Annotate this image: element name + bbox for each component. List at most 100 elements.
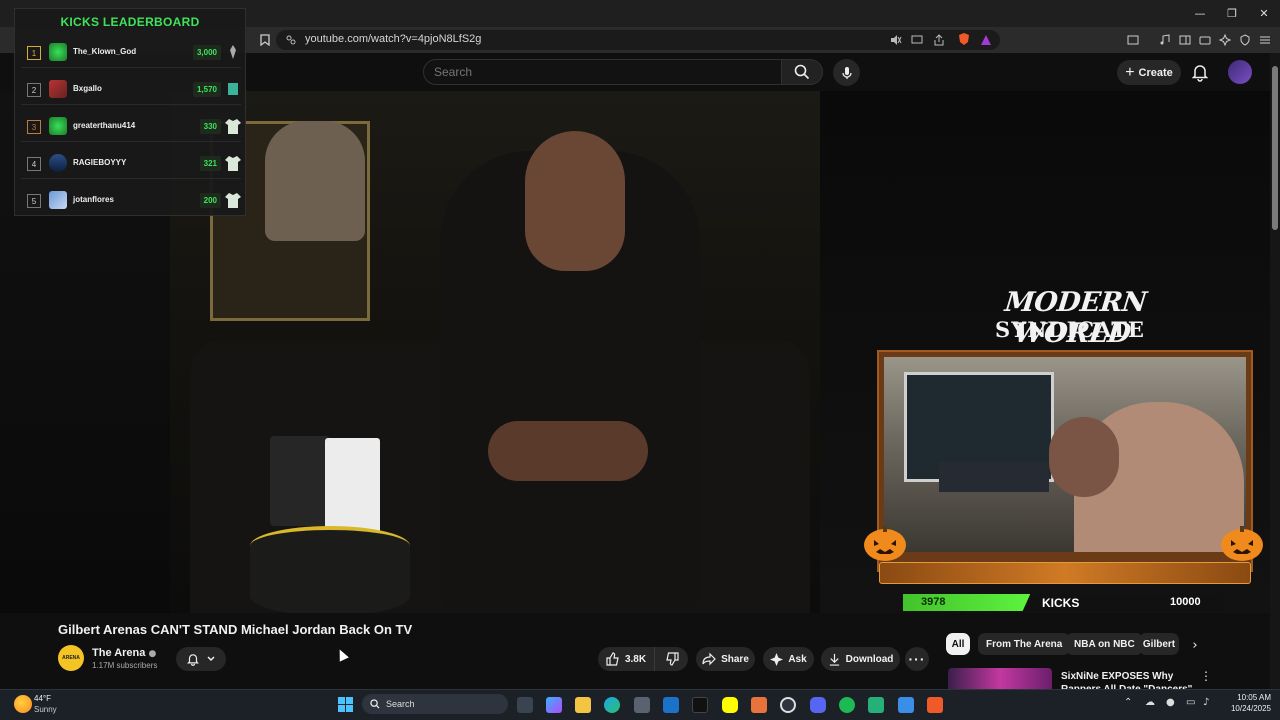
tray-network-icon[interactable]: ▭ [1186, 697, 1195, 708]
url-text[interactable]: youtube.com/watch?v=4pjoN8LfS2g [305, 33, 481, 45]
chip-from-channel[interactable]: From The Arena [978, 633, 1071, 655]
tray-cloud-icon[interactable]: ☁ [1145, 697, 1155, 708]
account-avatar[interactable] [1228, 60, 1252, 84]
user-name: The_Klown_God [73, 47, 137, 56]
cast-icon[interactable] [910, 33, 924, 47]
media-icon[interactable] [1158, 33, 1172, 47]
sidebar-toggle-icon[interactable] [1126, 33, 1140, 47]
host-hands [488, 421, 648, 481]
app-green-icon[interactable] [868, 697, 884, 713]
more-dots-icon: ··· [908, 651, 926, 667]
app-icon[interactable] [751, 697, 767, 713]
bookmark-icon[interactable] [258, 33, 272, 47]
more-actions-button[interactable]: ··· [905, 647, 929, 671]
weather-condition[interactable]: Sunny [34, 705, 57, 714]
chip-nba-on-nbc[interactable]: NBA on NBC [1066, 633, 1143, 655]
create-button[interactable]: + Create [1117, 60, 1181, 85]
search-button[interactable] [781, 59, 823, 85]
like-button[interactable]: 3.8K [598, 647, 654, 671]
tray-overflow-icon[interactable]: ⌃ [1124, 697, 1132, 708]
user-score: 3,000 [192, 45, 221, 60]
recommended-video-thumbnail[interactable] [948, 668, 1052, 690]
brave-shield-icon[interactable] [957, 32, 971, 46]
copilot-icon[interactable] [546, 697, 562, 713]
share-icon [702, 652, 716, 666]
site-info-icon[interactable] [284, 33, 298, 47]
windows-start-icon[interactable] [338, 697, 353, 712]
chip-all[interactable]: All [946, 633, 970, 655]
kick-icon [230, 45, 236, 59]
brave-browser-icon[interactable] [927, 697, 943, 713]
chip-gilbert[interactable]: Gilbert [1139, 633, 1179, 655]
video-frame [170, 91, 820, 613]
brave-rewards-icon[interactable] [979, 33, 993, 47]
leo-ai-icon[interactable] [1218, 33, 1232, 47]
microphone-icon [841, 66, 852, 79]
split-view-icon[interactable] [1178, 33, 1192, 47]
outlook-icon[interactable] [663, 697, 679, 713]
share-label: Share [721, 653, 749, 665]
rank-badge: 3 [27, 120, 41, 134]
tray-volume-icon[interactable]: ♪ [1203, 697, 1209, 708]
app-blue-icon[interactable] [898, 697, 914, 713]
close-window-button[interactable]: ✕ [1248, 0, 1280, 27]
mute-tab-icon[interactable] [889, 33, 903, 47]
dark-cup [270, 436, 330, 526]
wallet-icon[interactable] [1198, 33, 1212, 47]
snapchat-icon[interactable] [722, 697, 738, 713]
chevron-right-icon[interactable]: › [1186, 636, 1204, 654]
thumbs-down-icon [665, 652, 679, 666]
weather-sun-icon[interactable] [14, 695, 32, 713]
taskbar-search[interactable]: Search [362, 694, 508, 714]
streamer-head [1049, 417, 1119, 497]
rank-badge: 2 [27, 83, 41, 97]
subscription-notifications-button[interactable] [176, 647, 226, 671]
dislike-button[interactable] [654, 647, 688, 671]
share-page-icon[interactable] [932, 33, 946, 47]
host-head [525, 131, 625, 271]
ask-button[interactable]: Ask [763, 647, 814, 671]
channel-avatar[interactable]: ARENA [58, 645, 84, 671]
kicks-leaderboard: KICKS LEADERBOARD 1 The_Klown_God 3,000 … [14, 8, 246, 216]
leaderboard-row: 1 The_Klown_God 3,000 [21, 38, 241, 68]
taskbar-search-label: Search [386, 699, 415, 709]
system-date[interactable]: 10/24/2025 [1219, 704, 1271, 713]
channel-name[interactable]: The Arena ● [92, 647, 156, 659]
rank-badge: 4 [27, 157, 41, 171]
search-input[interactable] [434, 65, 734, 79]
user-score: 321 [199, 156, 221, 171]
bell-icon [187, 654, 199, 666]
store-icon[interactable] [634, 697, 650, 713]
voice-search-button[interactable] [833, 59, 860, 86]
menu-icon[interactable] [1258, 33, 1272, 47]
discord-icon[interactable] [810, 697, 826, 713]
recommended-more-icon[interactable]: ⋮ [1200, 669, 1212, 683]
task-view-icon[interactable] [517, 697, 533, 713]
search-icon [794, 64, 810, 80]
spotify-icon[interactable] [839, 697, 855, 713]
scrollbar-thumb[interactable] [1272, 66, 1278, 230]
vpn-icon[interactable] [1238, 33, 1252, 47]
weather-temperature[interactable]: 44°F [34, 694, 51, 703]
leaderboard-row: 4 RAGIEBOYYY 321 [21, 149, 241, 179]
file-explorer-icon[interactable] [575, 697, 591, 713]
share-button[interactable]: Share [696, 647, 755, 671]
plus-icon: + [1125, 63, 1135, 81]
side-table [250, 526, 410, 613]
shirt-icon [225, 193, 241, 208]
recommended-video-title[interactable]: SixNiNe EXPOSES Why Rappers All Date "Da… [1061, 670, 1201, 690]
overlay-logo-line2: SYNDICATE [995, 317, 1145, 342]
white-cup [325, 438, 380, 533]
video-title: Gilbert Arenas CAN'T STAND Michael Jorda… [58, 622, 413, 637]
notifications-bell-icon[interactable] [1190, 62, 1210, 82]
tray-mic-icon[interactable]: ● [1166, 697, 1175, 708]
maximize-button[interactable]: ❐ [1216, 0, 1248, 27]
settings-gear-icon[interactable] [780, 697, 796, 713]
edge-icon[interactable] [604, 697, 620, 713]
keyboard [939, 462, 1049, 492]
tiktok-icon[interactable] [692, 697, 708, 713]
download-button[interactable]: Download [821, 647, 900, 671]
sparkle-icon [770, 652, 784, 666]
system-time[interactable]: 10:05 AM [1227, 693, 1271, 702]
minimize-button[interactable]: — [1184, 0, 1216, 27]
